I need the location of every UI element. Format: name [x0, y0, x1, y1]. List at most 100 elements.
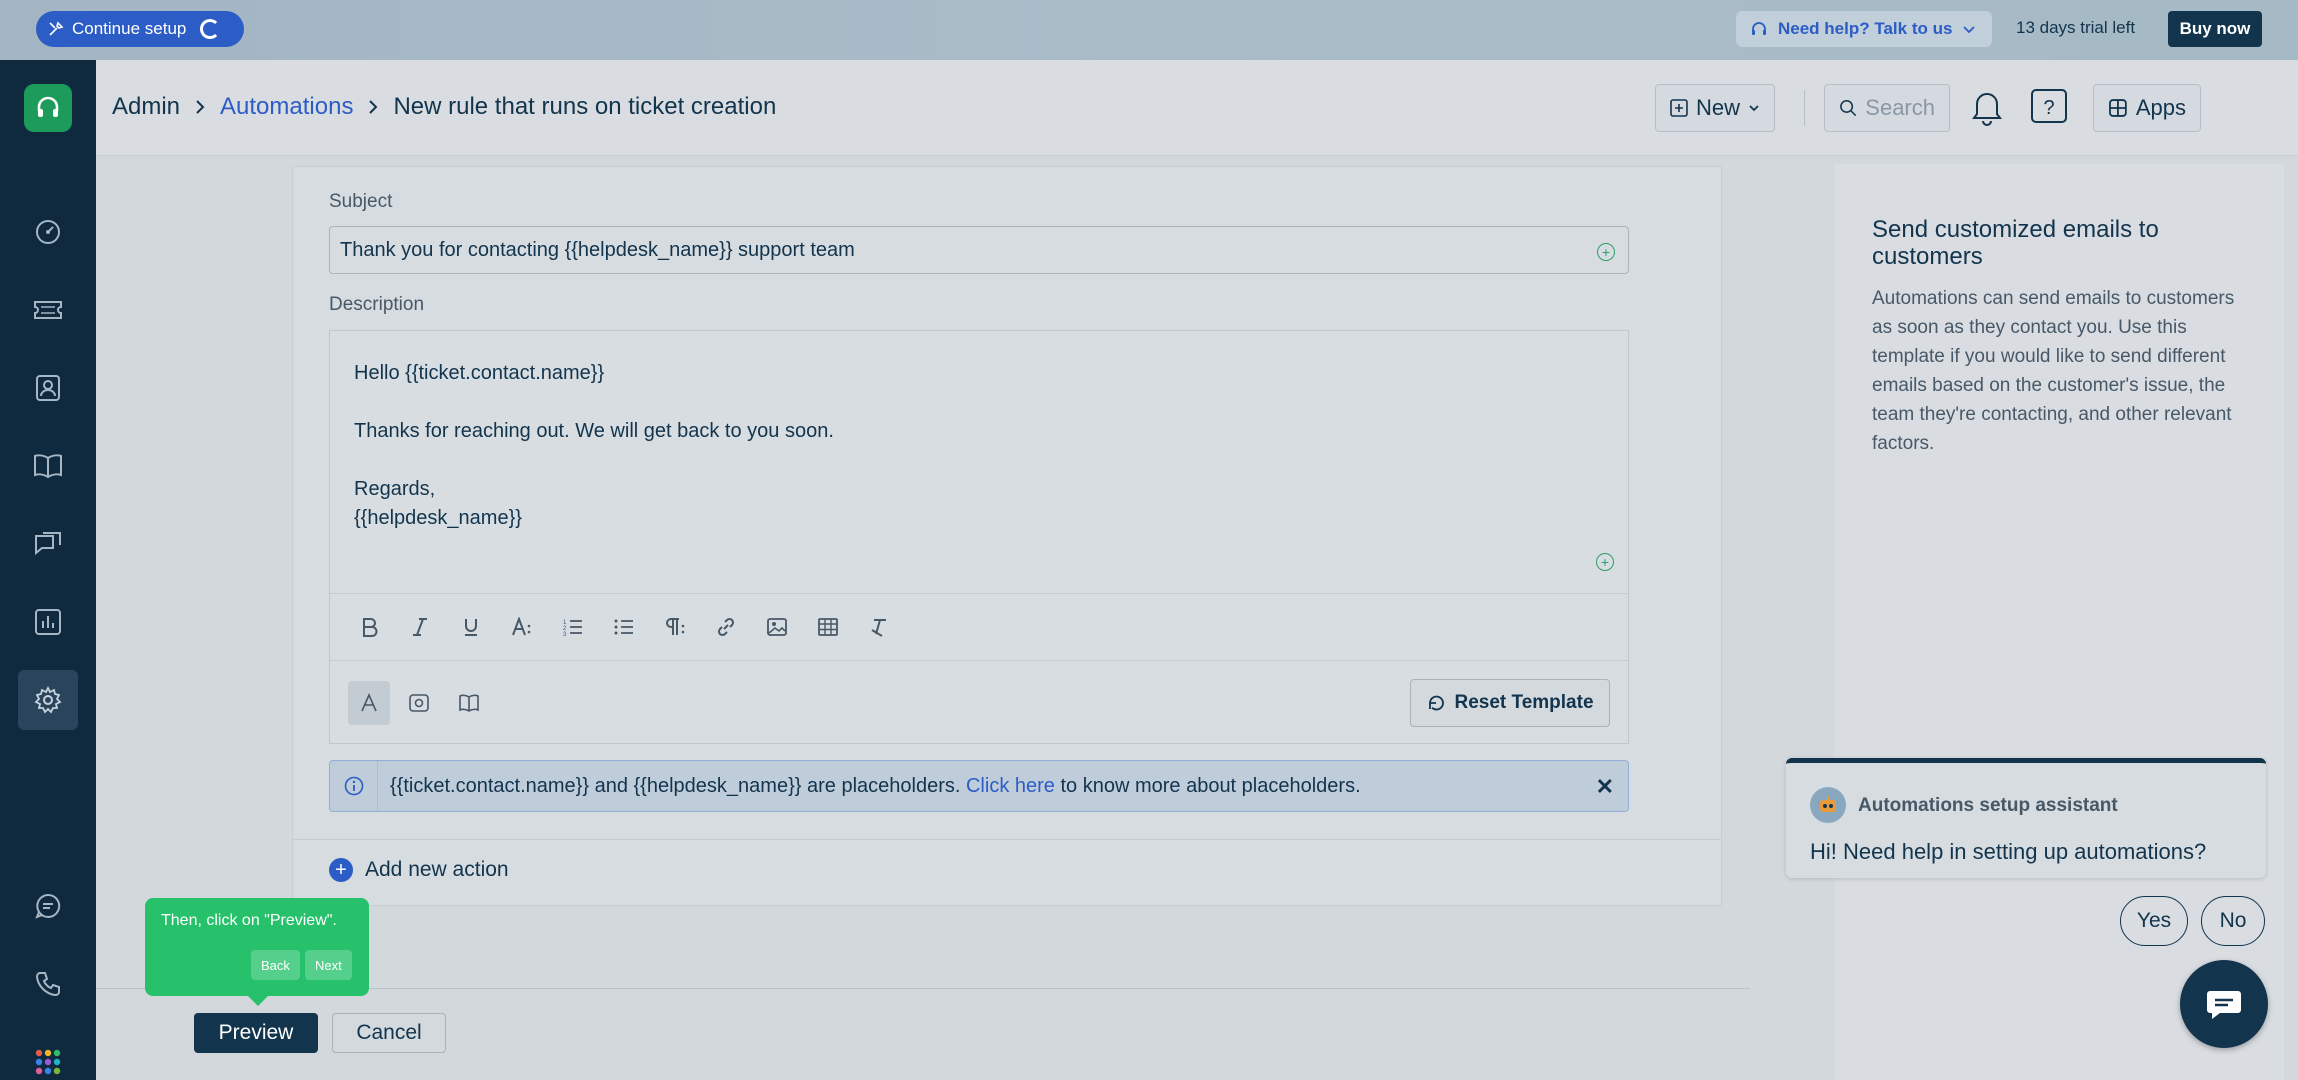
nav-notes[interactable]: [18, 876, 78, 936]
apps-button[interactable]: Apps: [2093, 84, 2201, 132]
nav-contacts[interactable]: [18, 358, 78, 418]
nav-phone[interactable]: [18, 954, 78, 1014]
subject-value: Thank you for contacting {{helpdesk_name…: [340, 238, 855, 261]
need-help-button[interactable]: Need help? Talk to us: [1736, 11, 1992, 47]
image-button[interactable]: [758, 609, 795, 646]
description-line: Regards,: [354, 478, 436, 500]
nav-analytics[interactable]: [18, 592, 78, 652]
table-button[interactable]: [809, 609, 846, 646]
help-button[interactable]: ?: [2030, 88, 2068, 126]
info-icon-wrap: [330, 761, 378, 811]
reset-template-button[interactable]: Reset Template: [1410, 679, 1610, 727]
breadcrumb: Admin Automations New rule that runs on …: [112, 93, 776, 121]
notifications-button[interactable]: [1972, 88, 2002, 126]
nav-admin[interactable]: [18, 670, 78, 730]
walkthrough-tooltip: Then, click on "Preview". Back Next: [145, 898, 369, 1006]
insert-placeholder-icon[interactable]: +: [1596, 553, 1614, 571]
placeholder-text-button[interactable]: [348, 681, 390, 725]
bullet-list-icon: [614, 619, 633, 635]
assistant-message: Hi! Need help in setting up automations?: [1810, 839, 2207, 864]
setup-banner: Continue setup Need help? Talk to us 13 …: [0, 0, 2298, 60]
chat-widget-button[interactable]: [2180, 960, 2268, 1048]
nav-tickets[interactable]: [18, 280, 78, 340]
chat-icon: [2207, 991, 2241, 1019]
book-icon: [34, 454, 62, 479]
breadcrumb-admin[interactable]: Admin: [112, 93, 180, 121]
placeholders-help-link[interactable]: Click here: [966, 775, 1055, 797]
contacts-icon: [36, 375, 60, 401]
search-box[interactable]: Search: [1824, 84, 1950, 132]
add-action-label: Add new action: [365, 858, 509, 881]
font-size-button[interactable]: [503, 609, 540, 646]
nav-dashboard[interactable]: [18, 202, 78, 262]
chevron-right-icon: [369, 100, 378, 114]
description-editor[interactable]: Hello {{ticket.contact.name}} Thanks for…: [329, 330, 1629, 744]
subject-field[interactable]: Thank you for contacting {{helpdesk_name…: [329, 226, 1629, 274]
bold-button[interactable]: [350, 609, 387, 646]
underline-button[interactable]: [452, 609, 489, 646]
bot-avatar-icon: [1810, 787, 1846, 823]
italic-icon: [412, 618, 427, 636]
ticket-icon: [34, 301, 62, 319]
dashboard-icon: [36, 220, 60, 244]
info-text-before: {{ticket.contact.name}} and {{helpdesk_n…: [390, 774, 966, 797]
link-icon: [717, 617, 734, 637]
reset-icon: [1429, 695, 1445, 711]
tooltip-next-button[interactable]: Next: [305, 950, 352, 980]
tooltip-arrow: [248, 996, 268, 1006]
description-line: Hello {{ticket.contact.name}}: [354, 362, 605, 384]
paragraph-button[interactable]: [656, 609, 693, 646]
canned-response-button[interactable]: [398, 681, 440, 725]
buy-now-button[interactable]: Buy now: [2168, 11, 2262, 47]
message-icon: [35, 893, 61, 919]
description-line: Thanks for reaching out. We will get bac…: [354, 420, 834, 442]
insert-placeholder-icon[interactable]: +: [1597, 243, 1615, 261]
section-divider: [293, 839, 1721, 840]
numbered-list-button[interactable]: 123: [554, 609, 591, 646]
freshdesk-logo[interactable]: [24, 84, 72, 132]
clear-format-button[interactable]: [860, 609, 897, 646]
header-divider: [1804, 90, 1805, 126]
description-text[interactable]: Hello {{ticket.contact.name}} Thanks for…: [354, 359, 834, 533]
chevron-down-icon: [1749, 105, 1759, 112]
editor-secondary-toolbar: Reset Template: [330, 661, 1628, 745]
placeholder-info-banner: {{ticket.contact.name}} and {{helpdesk_n…: [329, 760, 1629, 812]
chevron-right-icon: [196, 100, 205, 114]
assistant-yes-button[interactable]: Yes: [2120, 896, 2188, 946]
add-new-action-button[interactable]: + Add new action: [329, 858, 509, 882]
close-icon[interactable]: ✕: [1596, 774, 1614, 800]
svg-text:3: 3: [563, 632, 567, 636]
assistant-name: Automations setup assistant: [1858, 795, 2118, 816]
nav-solutions[interactable]: [18, 436, 78, 496]
solution-article-button[interactable]: [448, 681, 490, 725]
nav-conversations[interactable]: [18, 514, 78, 574]
text-icon: [361, 693, 377, 712]
assistant-no-button[interactable]: No: [2201, 896, 2265, 946]
side-panel-body: Automations can send emails to customers…: [1872, 288, 2235, 454]
tools-icon: [49, 21, 64, 36]
new-button[interactable]: New: [1655, 84, 1775, 132]
tooltip-text: Then, click on "Preview".: [161, 912, 337, 929]
bullet-list-button[interactable]: [605, 609, 642, 646]
gear-icon: [34, 685, 62, 714]
description-label: Description: [329, 294, 425, 315]
svg-text:?: ?: [2043, 97, 2054, 119]
nav-app-switcher[interactable]: [18, 1032, 78, 1080]
headset-icon: [1752, 22, 1766, 35]
placeholder-info-text: {{ticket.contact.name}} and {{helpdesk_n…: [378, 775, 1361, 798]
continue-setup-button[interactable]: Continue setup: [36, 11, 244, 47]
apps-icon: [2109, 99, 2127, 117]
need-help-label: Need help? Talk to us: [1778, 19, 1953, 38]
headset-logo-icon: [37, 96, 59, 117]
info-icon: [344, 776, 363, 796]
italic-button[interactable]: [401, 609, 438, 646]
preview-button[interactable]: Preview: [194, 1013, 318, 1053]
tooltip-back-button[interactable]: Back: [251, 950, 300, 980]
link-button[interactable]: [707, 609, 744, 646]
action-card: Subject Thank you for contacting {{helpd…: [292, 166, 1722, 906]
breadcrumb-automations[interactable]: Automations: [220, 93, 353, 121]
page-header: Admin Automations New rule that runs on …: [96, 60, 2298, 156]
chevron-down-icon: [1963, 26, 1976, 34]
chat-bubbles-icon: [35, 532, 61, 556]
cancel-button[interactable]: Cancel: [332, 1013, 446, 1053]
